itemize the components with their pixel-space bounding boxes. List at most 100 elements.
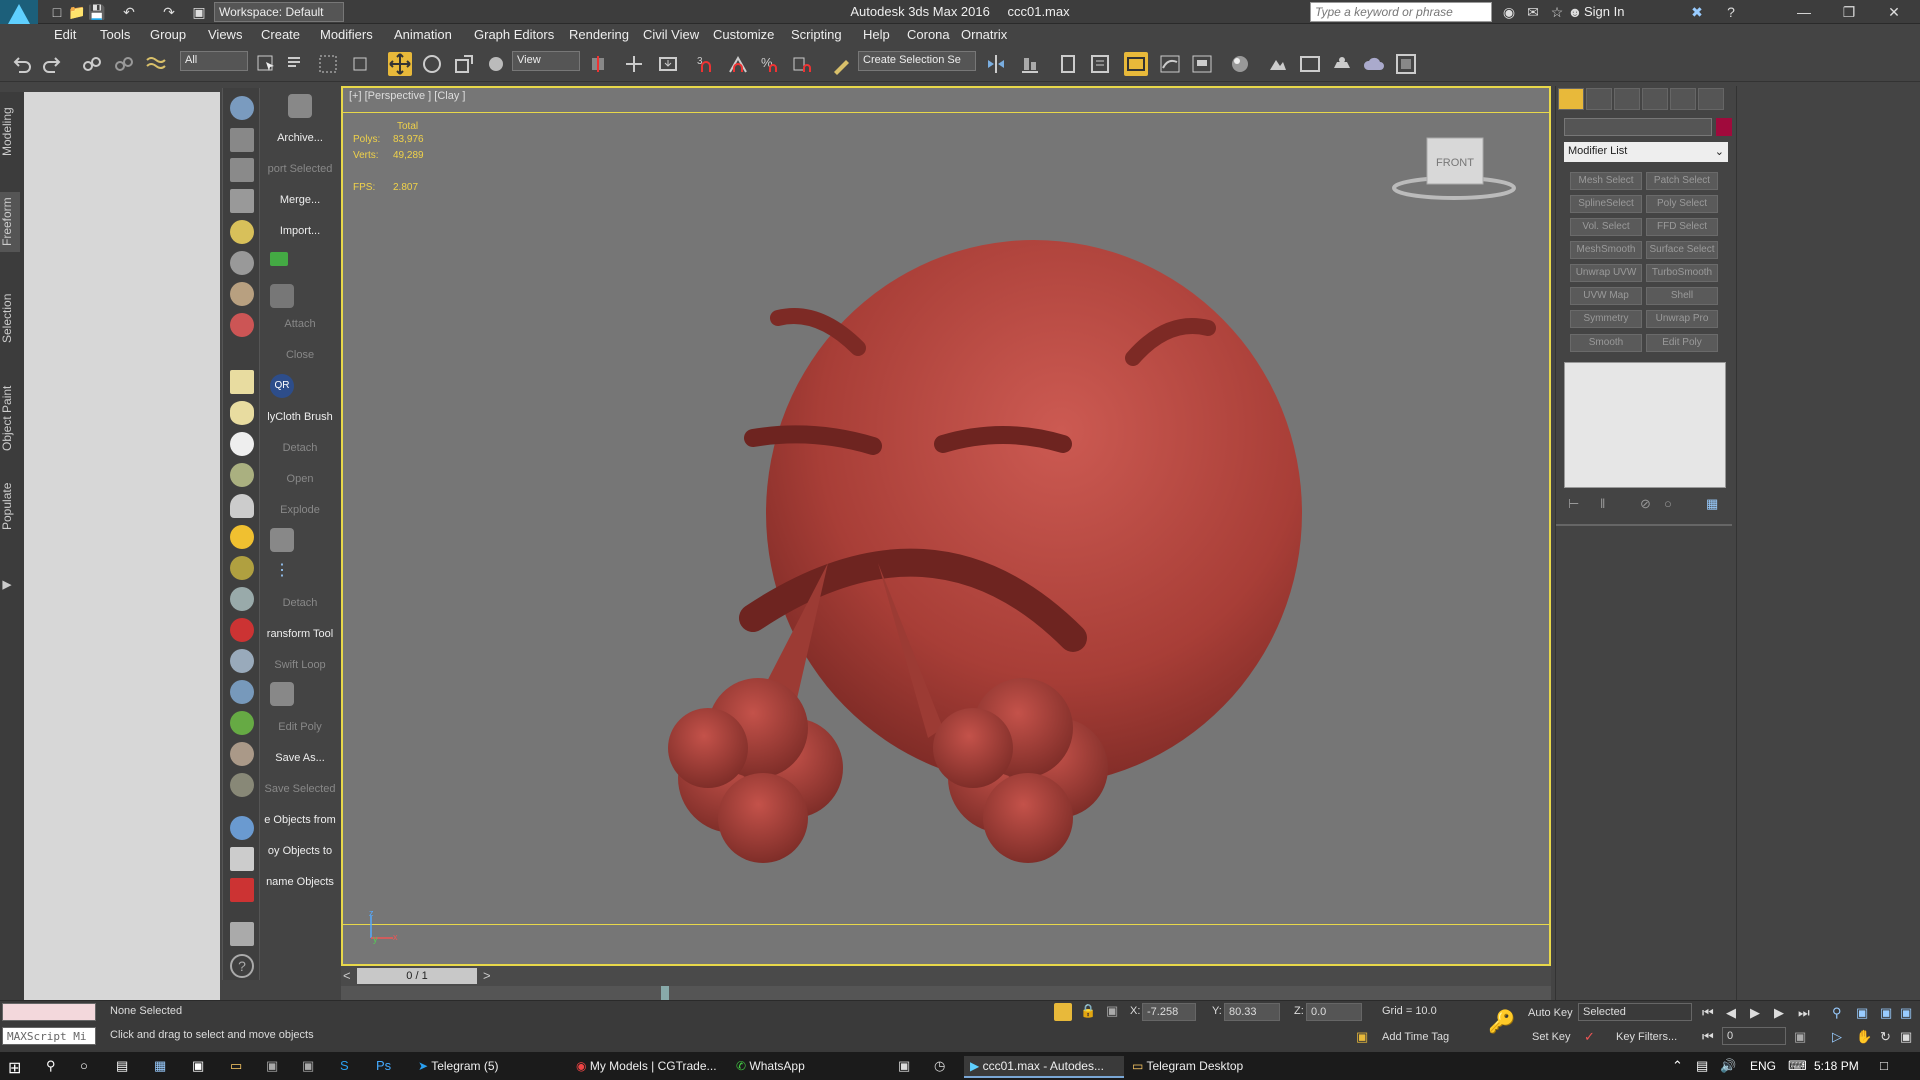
configure-modifier-sets-icon[interactable]: ▦ xyxy=(1706,496,1718,512)
save-as-button[interactable]: Save As... xyxy=(262,752,338,764)
select-object-icon[interactable] xyxy=(254,52,278,76)
menu-customize[interactable]: Customize xyxy=(713,27,774,42)
rendered-frame-window-icon[interactable] xyxy=(1298,52,1322,76)
track-bar[interactable] xyxy=(341,986,1551,1000)
sign-in-button[interactable]: Sign In xyxy=(1584,4,1624,19)
search-icon[interactable]: ⚲ xyxy=(46,1058,56,1074)
selection-lock-icon[interactable]: 🔒 xyxy=(1080,1003,1096,1019)
link-icon[interactable] xyxy=(80,52,104,76)
utilities-tab-icon[interactable] xyxy=(1698,88,1724,110)
photoshop-icon[interactable]: Ps xyxy=(376,1058,391,1073)
globe-icon[interactable] xyxy=(230,680,254,704)
pivot-point-center-icon[interactable] xyxy=(586,52,610,76)
tray-expand-icon[interactable]: ⌃ xyxy=(1672,1058,1683,1074)
mirror-icon[interactable] xyxy=(984,52,1008,76)
named-selection-sets-dropdown[interactable]: Create Selection Se xyxy=(858,51,976,71)
select-and-rotate-icon[interactable] xyxy=(420,52,444,76)
ffd-select-button[interactable]: FFD Select xyxy=(1646,218,1718,236)
time-tag-icon[interactable]: ▣ xyxy=(1356,1029,1368,1045)
select-and-scale-icon[interactable] xyxy=(452,52,476,76)
green-screen-icon[interactable] xyxy=(270,252,288,266)
communication-center-icon[interactable]: ✉ xyxy=(1524,3,1542,21)
set-key-button[interactable]: Set Key xyxy=(1532,1031,1571,1043)
cloud-icon[interactable] xyxy=(230,96,254,120)
edit-named-selection-icon[interactable] xyxy=(830,52,854,76)
select-manipulate-icon[interactable] xyxy=(622,52,646,76)
time-slider-prev[interactable]: < xyxy=(343,968,351,983)
symmetry-button[interactable]: Symmetry xyxy=(1570,310,1642,328)
attach-button[interactable]: Attach xyxy=(262,318,338,330)
tab-populate[interactable]: Populate xyxy=(0,476,20,536)
qr-icon[interactable]: QR xyxy=(270,374,294,398)
pan-view-icon[interactable]: ✋ xyxy=(1856,1029,1872,1045)
play-icon[interactable]: ▶ xyxy=(1750,1005,1760,1021)
plane-icon[interactable] xyxy=(230,370,254,394)
perspective-viewport[interactable]: [+] [Perspective ] [Clay ] Total Polys: 8… xyxy=(341,86,1551,966)
menu-create[interactable]: Create xyxy=(261,27,300,42)
detach-button[interactable]: Detach xyxy=(262,442,338,454)
display-tab-icon[interactable] xyxy=(1670,88,1696,110)
viewport-label[interactable]: [+] [Perspective ] [Clay ] xyxy=(349,90,465,102)
dots-icon[interactable]: ⋮ xyxy=(270,560,294,584)
bind-space-warp-icon[interactable] xyxy=(144,52,168,76)
polycloth-brush-button[interactable]: lyCloth Brush xyxy=(262,411,338,423)
mesh-select-button[interactable]: Mesh Select xyxy=(1570,172,1642,190)
taskbar-chrome-cgtrader[interactable]: ◉ My Models | CGTrade... xyxy=(570,1056,730,1078)
next-frame-icon[interactable]: ▶ xyxy=(1774,1005,1784,1021)
new-file-icon[interactable]: □ xyxy=(48,3,66,21)
keyboard-icon[interactable]: ⌨ xyxy=(1788,1058,1807,1074)
network-app-icon[interactable]: ▣ xyxy=(302,1058,314,1074)
lightbulb-icon[interactable] xyxy=(230,220,254,244)
file-explorer-icon[interactable]: ▭ xyxy=(230,1058,242,1074)
shape-icon[interactable] xyxy=(230,649,254,673)
maximize-viewport-icon[interactable]: ▣ xyxy=(1900,1029,1912,1045)
object-color-swatch[interactable] xyxy=(1716,118,1732,136)
toggle-ribbon-icon[interactable] xyxy=(1124,52,1148,76)
redo-icon[interactable]: ↷ xyxy=(160,3,178,21)
tab-modeling[interactable]: Modeling xyxy=(0,102,20,162)
percent-snap-icon[interactable]: % xyxy=(758,52,782,76)
skype-icon[interactable]: S xyxy=(340,1058,349,1073)
render-cloud-icon[interactable] xyxy=(1362,52,1386,76)
absolute-mode-icon[interactable]: ▣ xyxy=(1106,1003,1118,1019)
open-file-icon[interactable]: 📁 xyxy=(68,3,86,21)
key-filters-button[interactable]: Key Filters... xyxy=(1616,1031,1677,1043)
import-button[interactable]: Import... xyxy=(262,225,338,237)
panel-icon[interactable] xyxy=(230,922,254,946)
orbit-icon[interactable]: ↻ xyxy=(1880,1029,1891,1045)
time-slider-frame[interactable]: 0 / 1 xyxy=(357,968,477,984)
cone-icon[interactable] xyxy=(230,494,254,518)
zoom-icon[interactable]: ⚲ xyxy=(1832,1005,1842,1021)
isolate-selection-icon[interactable] xyxy=(1054,1003,1072,1021)
workspace-dropdown[interactable]: Workspace: Default xyxy=(214,2,344,22)
attach-icon[interactable] xyxy=(270,284,294,308)
material-editor-icon[interactable] xyxy=(1228,52,1252,76)
maxscript-mini-listener[interactable]: MAXScript Mi xyxy=(2,1027,96,1045)
window-crossing-icon[interactable] xyxy=(348,52,372,76)
ribbon-expand-icon[interactable]: ◀ xyxy=(0,576,20,596)
go-to-end-icon[interactable]: ⏭ xyxy=(1798,1005,1810,1021)
zoom-extents-all-icon[interactable]: ▣ xyxy=(1900,1005,1912,1021)
character-icon[interactable] xyxy=(230,313,254,337)
rock-icon[interactable] xyxy=(230,742,254,766)
edit-poly-modifier-button[interactable]: Edit Poly xyxy=(1646,334,1718,352)
time-configuration-icon[interactable]: ▣ xyxy=(1794,1029,1806,1045)
angry-emoji-model[interactable] xyxy=(613,148,1413,908)
help-icon[interactable]: ? xyxy=(230,954,254,978)
menu-graph-editors[interactable]: Graph Editors xyxy=(474,27,554,42)
rectangular-selection-icon[interactable] xyxy=(316,52,340,76)
calculator-icon[interactable]: ▦ xyxy=(154,1058,166,1074)
key-mode-toggle-icon[interactable]: ⏮ xyxy=(1702,1029,1714,1045)
spinner-snap-icon[interactable] xyxy=(790,52,814,76)
meshsmooth-button[interactable]: MeshSmooth xyxy=(1570,241,1642,259)
surface-select-button[interactable]: Surface Select xyxy=(1646,241,1718,259)
terrain-icon[interactable] xyxy=(230,773,254,797)
merge-button[interactable]: Merge... xyxy=(262,194,338,206)
unlink-icon[interactable] xyxy=(112,52,136,76)
menu-civil-view[interactable]: Civil View xyxy=(643,27,699,42)
uvw-map-button[interactable]: UVW Map xyxy=(1570,287,1642,305)
select-and-place-icon[interactable] xyxy=(484,52,508,76)
render-frame-icon[interactable] xyxy=(1394,52,1418,76)
scene-explorer-icon[interactable] xyxy=(1088,52,1112,76)
menu-group[interactable]: Group xyxy=(150,27,186,42)
